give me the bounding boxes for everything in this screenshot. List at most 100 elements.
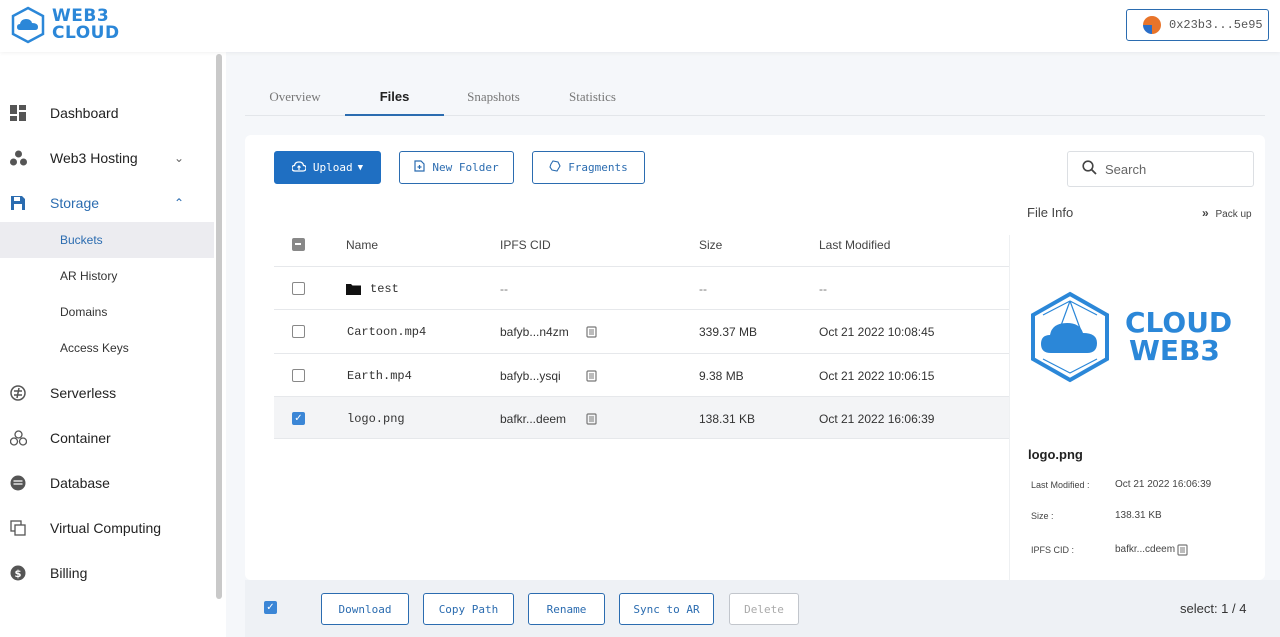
wallet-address: 0x23b3...5e95 [1169,18,1263,32]
copy-icon[interactable] [1177,543,1188,561]
rename-button[interactable]: Rename [528,593,605,625]
tab-files[interactable]: Files [345,78,444,116]
tab-label: Statistics [569,89,616,104]
sidebar-item-web3-hosting[interactable]: Web3 Hosting ⌄ [0,138,214,178]
download-label: Download [338,602,392,616]
sidebar-item-virtual-computing[interactable]: Virtual Computing [0,508,214,548]
bottom-select-checkbox[interactable]: ✓ [264,601,277,614]
download-button[interactable]: Download [321,593,409,625]
copy-path-button[interactable]: Copy Path [423,593,514,625]
file-size: 9.38 MB [699,368,744,383]
file-name[interactable]: Cartoon.mp4 [347,310,426,353]
new-folder-button[interactable]: New Folder [399,151,514,184]
tab-bar: Overview Files Snapshots Statistics [245,78,1265,116]
tab-label: Files [379,88,410,104]
search-input[interactable]: Search [1067,151,1254,187]
files-panel: Upload ▼ New Folder Fragments Search Nam… [245,135,1265,580]
column-header-last-modified[interactable]: Last Modified [819,238,890,252]
sidebar-item-container[interactable]: Container [0,418,214,458]
fragments-button[interactable]: Fragments [532,151,645,184]
upload-button[interactable]: Upload ▼ [274,151,381,184]
file-size: 339.37 MB [699,324,758,339]
sync-to-ar-button[interactable]: Sync to AR [619,593,714,625]
brand-name: WEB3 CLOUD [52,8,120,42]
preview-logo-line-1: CLOUD [1125,306,1233,339]
wallet-button[interactable]: 0x23b3...5e95 [1126,9,1269,41]
sidebar-item-label: Serverless [50,385,117,401]
sidebar-item-storage[interactable]: Storage ⌃ [0,183,214,223]
pack-up-button[interactable]: » Pack up [1202,206,1252,220]
file-info-size-value: 138.31 KB [1115,510,1162,521]
chevron-down-icon: ▼ [357,162,364,173]
row-checkbox[interactable] [292,325,305,338]
table-row[interactable]: ✓ logo.png bafkr...deem 138.31 KB Oct 21… [274,396,1010,439]
top-bar: WEB3 CLOUD 0x23b3...5e95 [0,0,1280,52]
rename-label: Rename [546,602,587,616]
database-icon [9,474,27,492]
sidebar-subitem-label: Buckets [60,233,103,247]
file-name[interactable]: Earth.mp4 [347,354,412,397]
sidebar-item-database[interactable]: Database [0,463,214,503]
sidebar-subitem-domains[interactable]: Domains [0,294,214,330]
column-header-name[interactable]: Name [346,238,378,252]
sidebar: Dashboard Web3 Hosting ⌄ Storage ⌃ Bucke… [0,52,226,637]
table-row[interactable]: test -- -- -- [274,266,1010,309]
copy-icon[interactable] [586,354,597,397]
row-checkbox[interactable] [292,282,305,295]
file-preview: CLOUD WEB3 [1029,291,1232,383]
table-row[interactable]: Cartoon.mp4 bafyb...n4zm 339.37 MB Oct 2… [274,309,1010,352]
fragments-label: Fragments [568,161,628,174]
tab-statistics[interactable]: Statistics [543,78,642,116]
sidebar-item-serverless[interactable]: Serverless [0,373,214,413]
select-all-checkbox[interactable] [292,238,305,251]
tab-overview[interactable]: Overview [245,78,345,116]
file-cid: bafyb...n4zm [500,324,569,339]
sidebar-scrollbar[interactable] [216,54,222,599]
column-header-ipfs-cid[interactable]: IPFS CID [500,238,551,252]
selection-count: select: 1 / 4 [1180,601,1247,616]
chevron-down-icon[interactable]: ⌄ [174,151,184,165]
sidebar-subitem-ar-history[interactable]: AR History [0,258,214,294]
copy-icon[interactable] [586,397,597,440]
serverless-icon [9,384,27,402]
copy-icon[interactable] [586,310,597,353]
file-info-title: File Info [1027,205,1074,220]
svg-text:$: $ [15,569,22,580]
file-info-name: logo.png [1028,447,1083,462]
delete-label: Delete [744,602,784,616]
new-folder-label: New Folder [432,161,499,174]
tab-snapshots[interactable]: Snapshots [444,78,543,116]
bottom-action-bar: ✓ Download Copy Path Rename Sync to AR D… [245,580,1280,637]
sidebar-subitem-access-keys[interactable]: Access Keys [0,330,214,366]
brand-logo[interactable]: WEB3 CLOUD [10,6,120,44]
new-folder-icon [414,160,425,175]
hosting-icon [9,149,27,167]
column-header-size[interactable]: Size [699,238,722,252]
sidebar-item-label: Storage [50,195,100,211]
file-info-cid-value: bafkr...cdeem [1115,544,1176,555]
table-row[interactable]: Earth.mp4 bafyb...ysqi 9.38 MB Oct 21 20… [274,353,1010,396]
delete-button[interactable]: Delete [729,593,799,625]
billing-icon: $ [9,564,27,582]
file-modified: Oct 21 2022 10:06:15 [819,368,935,383]
cloud-hex-logo-icon [11,6,45,44]
tab-label: Overview [269,89,321,104]
sidebar-item-dashboard[interactable]: Dashboard [0,93,214,133]
sidebar-subitem-buckets[interactable]: Buckets [0,222,214,258]
container-icon [9,429,27,447]
chevron-up-icon[interactable]: ⌃ [174,196,184,210]
sidebar-item-label: Dashboard [50,105,119,121]
row-checkbox[interactable] [292,369,305,382]
file-name[interactable]: test [370,267,399,310]
file-info-divider [1009,235,1010,580]
sidebar-item-billing[interactable]: $ Billing [0,553,214,593]
dashboard-icon [9,104,27,122]
file-name[interactable]: logo.png [347,397,405,440]
sidebar-item-label: Database [50,475,110,491]
row-checkbox[interactable]: ✓ [292,412,305,425]
upload-label: Upload [312,161,353,174]
sidebar-subitem-label: AR History [60,269,118,283]
file-cid: bafyb...ysqi [500,368,561,383]
file-info-size-label: Size : [1031,511,1054,521]
sidebar-item-label: Billing [50,565,88,581]
